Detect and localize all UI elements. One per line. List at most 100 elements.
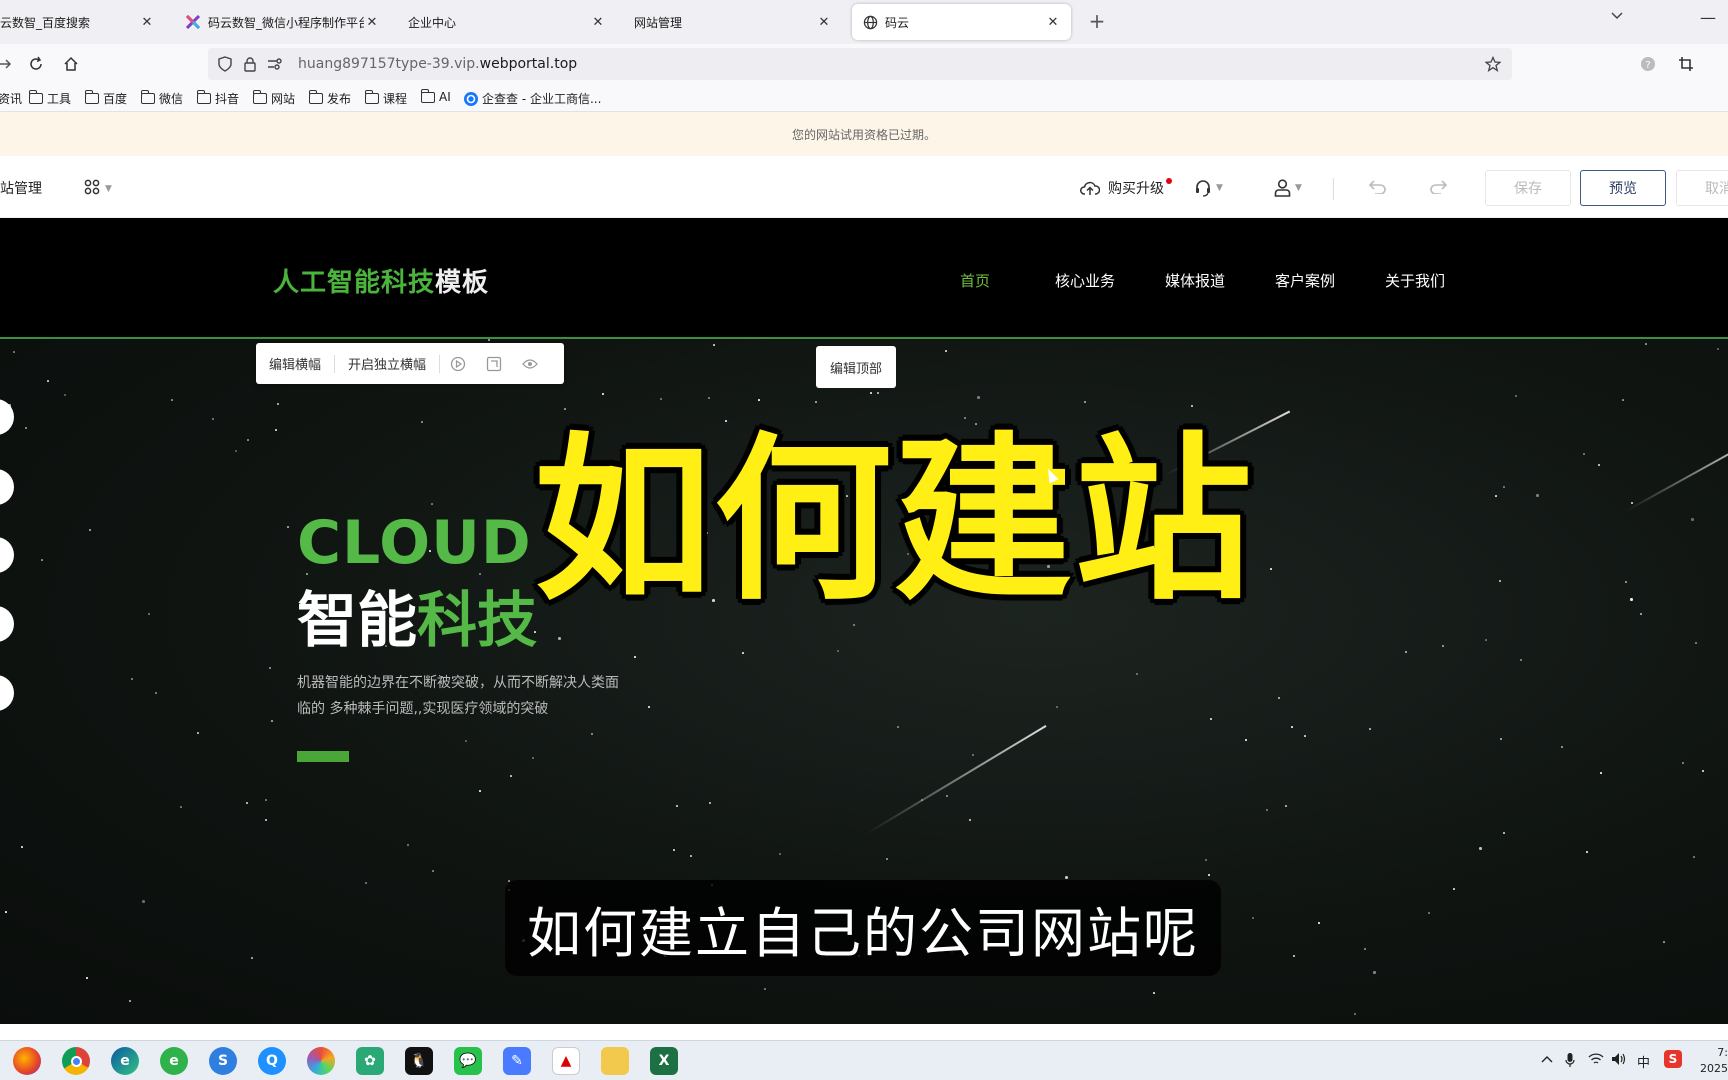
chevron-down-icon[interactable] <box>1610 10 1624 24</box>
undo-icon[interactable] <box>1369 180 1387 194</box>
account-menu[interactable]: ▼ <box>1274 179 1302 197</box>
bookmark-folder[interactable]: 课程 <box>364 90 407 107</box>
star-dot <box>921 799 923 801</box>
bookmark-folder[interactable]: 微信 <box>140 90 183 107</box>
qq-icon[interactable]: 🐧 <box>405 1047 433 1075</box>
layout-icon[interactable] <box>484 354 504 374</box>
star-dot <box>271 720 273 722</box>
forward-icon[interactable] <box>0 53 16 75</box>
bookmark-qichacha[interactable]: 企查查 - 企业工商信... <box>464 90 601 107</box>
star-dot <box>1600 772 1602 774</box>
independent-banner-button[interactable]: 开启独立横幅 <box>335 354 439 373</box>
firefox-icon[interactable] <box>13 1047 41 1075</box>
buy-upgrade-button[interactable]: 购买升级 <box>1080 178 1164 198</box>
tab-mayun-active[interactable]: 码云 ✕ <box>852 4 1071 40</box>
site-permissions-icon[interactable] <box>266 55 284 73</box>
star-dot <box>64 394 66 396</box>
crop-icon[interactable] <box>1675 53 1697 75</box>
star-dot <box>1515 395 1517 397</box>
folder-icon <box>252 90 267 104</box>
side-tool-button[interactable] <box>0 606 14 642</box>
sogou-ime-icon[interactable]: S <box>1664 1050 1682 1068</box>
bookmark-folder[interactable]: 发布 <box>308 90 351 107</box>
cancel-button[interactable]: 取消 <box>1676 170 1728 206</box>
ime-indicator[interactable]: 中 <box>1637 1052 1650 1071</box>
nav-core-business[interactable]: 核心业务 <box>1055 270 1115 291</box>
star-dot <box>1270 568 1272 570</box>
star-dot <box>1520 659 1522 661</box>
qichacha-logo-icon <box>464 91 478 106</box>
redo-icon[interactable] <box>1429 180 1447 194</box>
site-management-link[interactable]: 网站管理 <box>0 178 42 198</box>
browser-360-icon[interactable]: e <box>160 1047 188 1075</box>
system-clock[interactable]: 7: 2025 <box>1696 1045 1728 1077</box>
bookmark-item[interactable]: 资讯 <box>0 90 22 107</box>
tab-baidu-search[interactable]: 云数智_百度搜索 ✕ <box>0 4 165 40</box>
notification-dot <box>1166 178 1172 184</box>
side-tool-button[interactable] <box>0 399 14 435</box>
star-dot <box>465 740 467 742</box>
reload-icon[interactable] <box>25 53 47 75</box>
bookmark-folder[interactable]: 工具 <box>28 90 71 107</box>
wechat-icon[interactable]: 💬 <box>454 1047 482 1075</box>
bookmark-folder[interactable]: AI <box>420 88 451 104</box>
eye-icon[interactable] <box>520 354 540 374</box>
close-icon[interactable]: ✕ <box>139 15 155 30</box>
minimize-window-button[interactable]: — <box>1700 8 1716 27</box>
tab-enterprise-center[interactable]: 企业中心 ✕ <box>398 4 616 40</box>
settings-gear-icon[interactable]: ✿ <box>356 1047 384 1075</box>
microphone-icon[interactable] <box>1565 1052 1575 1072</box>
volume-icon[interactable] <box>1611 1052 1627 1070</box>
play-icon[interactable] <box>448 354 468 374</box>
close-icon[interactable]: ✕ <box>590 15 606 30</box>
star-dot <box>1442 645 1444 647</box>
tab-mayun-miniprogram[interactable]: 码云数智_微信小程序制作平台_ ✕ <box>175 4 390 40</box>
tab-site-management[interactable]: 网站管理 ✕ <box>624 4 842 40</box>
edge-icon[interactable]: e <box>111 1047 139 1075</box>
extension-icon[interactable]: ? <box>1637 53 1659 75</box>
file-explorer-icon[interactable] <box>601 1047 629 1075</box>
star-dot <box>41 559 43 561</box>
close-icon[interactable]: ✕ <box>364 15 380 30</box>
apps-menu[interactable]: ▼ <box>84 179 112 199</box>
nav-home[interactable]: 首页 <box>960 270 990 291</box>
bookmark-folder[interactable]: 抖音 <box>196 90 239 107</box>
star-dot <box>1583 453 1585 455</box>
screen-recorder-icon[interactable]: ▲ <box>552 1047 580 1075</box>
close-icon[interactable]: ✕ <box>816 15 832 30</box>
feishu-icon[interactable]: ✎ <box>503 1047 531 1075</box>
preview-button[interactable]: 预览 <box>1580 170 1666 206</box>
edit-top-button[interactable]: 编辑顶部 <box>816 346 896 388</box>
edit-banner-button[interactable]: 编辑横幅 <box>256 354 334 373</box>
star-dot <box>660 398 662 400</box>
bookmark-folder[interactable]: 网站 <box>252 90 295 107</box>
new-tab-button[interactable]: + <box>1084 9 1110 33</box>
hero-title: 智能科技 <box>297 572 537 659</box>
star-dot <box>1499 580 1501 582</box>
save-button[interactable]: 保存 <box>1485 170 1571 206</box>
bookmark-folder[interactable]: 百度 <box>84 90 127 107</box>
lock-icon[interactable] <box>241 55 259 73</box>
nav-about-us[interactable]: 关于我们 <box>1385 270 1445 291</box>
side-tool-button[interactable] <box>0 675 14 711</box>
qq-browser-icon[interactable]: Q <box>258 1047 286 1075</box>
sogou-browser-icon[interactable]: S <box>209 1047 237 1075</box>
side-tool-button[interactable] <box>0 469 14 505</box>
url-text: huang897157type-39.vip.webportal.top <box>298 56 577 72</box>
photo-app-icon[interactable] <box>307 1047 335 1075</box>
nav-client-cases[interactable]: 客户案例 <box>1275 270 1335 291</box>
site-logo[interactable]: 人工智能科技模板 <box>273 262 489 299</box>
close-icon[interactable]: ✕ <box>1045 15 1061 30</box>
wifi-icon[interactable] <box>1588 1052 1604 1070</box>
shield-icon[interactable] <box>216 55 234 73</box>
chevron-up-icon[interactable] <box>1541 1052 1553 1067</box>
home-icon[interactable] <box>60 53 82 75</box>
support-menu[interactable]: ▼ <box>1194 179 1223 197</box>
bookmark-star-icon[interactable] <box>1484 55 1502 73</box>
excel-icon[interactable]: X <box>650 1047 678 1075</box>
tab-title: 企业中心 <box>408 15 457 30</box>
address-bar[interactable]: huang897157type-39.vip.webportal.top <box>208 48 1512 80</box>
site-header[interactable]: 人工智能科技模板 首页 核心业务 媒体报道 客户案例 关于我们 <box>0 218 1728 339</box>
chrome-icon[interactable] <box>62 1047 90 1075</box>
nav-media-reports[interactable]: 媒体报道 <box>1165 270 1225 291</box>
